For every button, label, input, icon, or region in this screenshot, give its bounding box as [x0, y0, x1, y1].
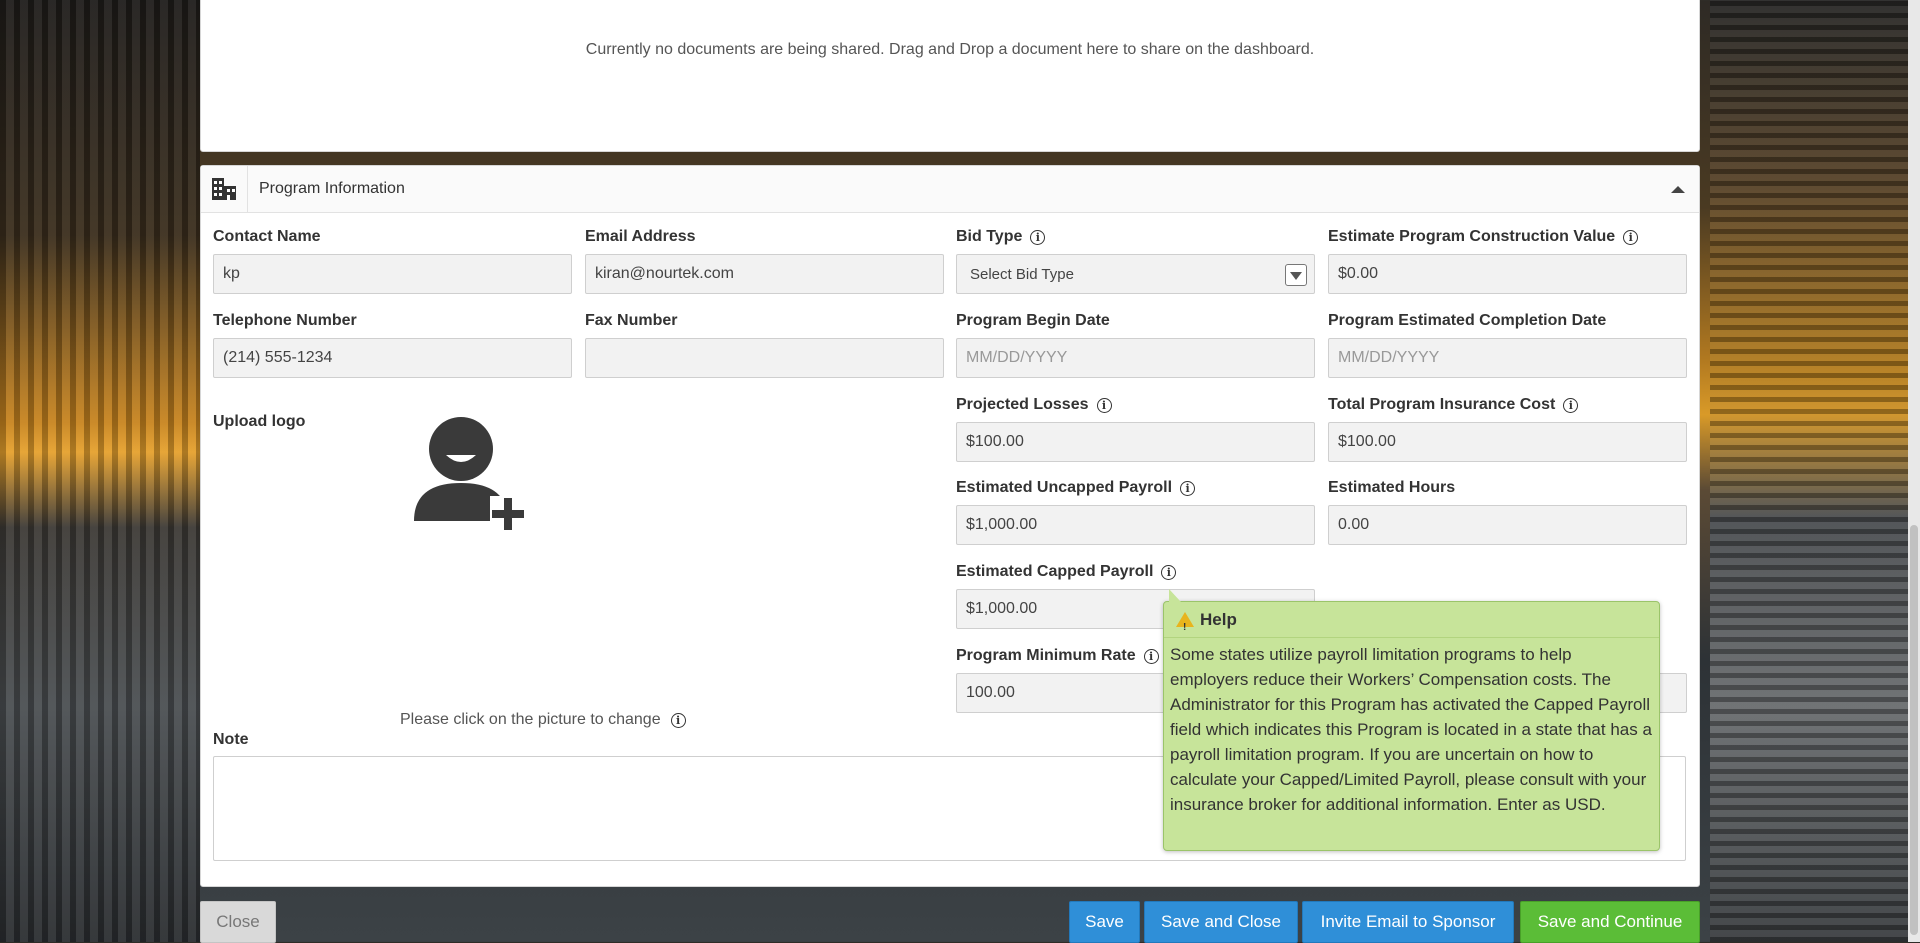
bid-type-selected: Select Bid Type	[970, 265, 1074, 283]
note-label: Note	[213, 731, 249, 748]
contact-name-label: Contact Name	[213, 228, 321, 245]
begin-date-input[interactable]: MM/DD/YYYY	[956, 338, 1315, 378]
info-icon[interactable]: i	[1096, 397, 1112, 413]
info-icon[interactable]: i	[1143, 648, 1159, 664]
bid-type-label: Bid Type i	[956, 228, 1046, 246]
projected-losses-input[interactable]: $100.00	[956, 422, 1315, 462]
help-body: Some states utilize payroll limitation p…	[1170, 645, 1652, 814]
help-title: Help	[1200, 610, 1237, 629]
insurance-cost-label: Total Program Insurance Cost i	[1328, 396, 1579, 414]
panel-title: Program Information	[259, 180, 405, 197]
logo-hint: Please click on the picture to change i	[400, 711, 686, 729]
projected-losses-label: Projected Losses i	[956, 396, 1112, 414]
invite-email-button[interactable]: Invite Email to Sponsor	[1302, 901, 1514, 943]
background-city-left	[0, 0, 200, 942]
fax-input[interactable]	[585, 338, 944, 378]
bid-type-select[interactable]: Select Bid Type	[956, 254, 1315, 294]
construction-value-input[interactable]: $0.00	[1328, 254, 1687, 294]
completion-date-input[interactable]: MM/DD/YYYY	[1328, 338, 1687, 378]
scroll-thumb[interactable]	[1910, 525, 1918, 935]
page-scrollbar[interactable]	[1908, 0, 1920, 942]
save-and-close-button[interactable]: Save and Close	[1144, 901, 1298, 943]
panel-header[interactable]: Program Information	[201, 166, 1699, 213]
telephone-input[interactable]: (214) 555-1234	[213, 338, 572, 378]
info-icon[interactable]: i	[1030, 229, 1046, 245]
no-documents-message: Currently no documents are being shared.…	[585, 41, 1315, 58]
caret-up-icon[interactable]	[1671, 186, 1685, 193]
minimum-rate-label: Program Minimum Rate i	[956, 647, 1159, 665]
info-icon[interactable]: i	[1161, 564, 1177, 580]
email-input[interactable]: kiran@nourtek.com	[585, 254, 944, 294]
help-header: ! Help	[1164, 602, 1659, 638]
close-button[interactable]: Close	[200, 901, 276, 943]
email-label: Email Address	[585, 228, 696, 245]
help-popover: ! Help Some states utilize payroll limit…	[1163, 589, 1660, 851]
chevron-down-icon[interactable]	[1285, 264, 1307, 286]
uncapped-payroll-label: Estimated Uncapped Payroll i	[956, 479, 1196, 497]
documents-panel[interactable]: Currently no documents are being shared.…	[200, 0, 1700, 152]
fax-label: Fax Number	[585, 312, 678, 329]
begin-date-label: Program Begin Date	[956, 312, 1110, 329]
uncapped-payroll-input[interactable]: $1,000.00	[956, 505, 1315, 545]
upload-logo-label: Upload logo	[213, 413, 306, 430]
building-icon	[201, 166, 248, 212]
info-icon[interactable]: i	[1623, 229, 1639, 245]
save-and-continue-button[interactable]: Save and Continue	[1520, 901, 1700, 943]
background-city-right	[1710, 0, 1920, 942]
warning-icon: !	[1176, 612, 1194, 633]
estimated-hours-label: Estimated Hours	[1328, 479, 1456, 496]
completion-date-label: Program Estimated Completion Date	[1328, 312, 1607, 329]
add-user-icon[interactable]	[410, 411, 526, 536]
info-icon[interactable]: i	[670, 712, 686, 728]
info-icon[interactable]: i	[1563, 397, 1579, 413]
estimated-hours-input[interactable]: 0.00	[1328, 505, 1687, 545]
info-icon[interactable]: i	[1180, 480, 1196, 496]
insurance-cost-input[interactable]: $100.00	[1328, 422, 1687, 462]
save-button[interactable]: Save	[1069, 901, 1140, 943]
construction-value-label: Estimate Program Construction Value i	[1328, 228, 1639, 246]
contact-name-input[interactable]: kp	[213, 254, 572, 294]
telephone-label: Telephone Number	[213, 312, 357, 329]
capped-payroll-label: Estimated Capped Payroll i	[956, 563, 1177, 581]
